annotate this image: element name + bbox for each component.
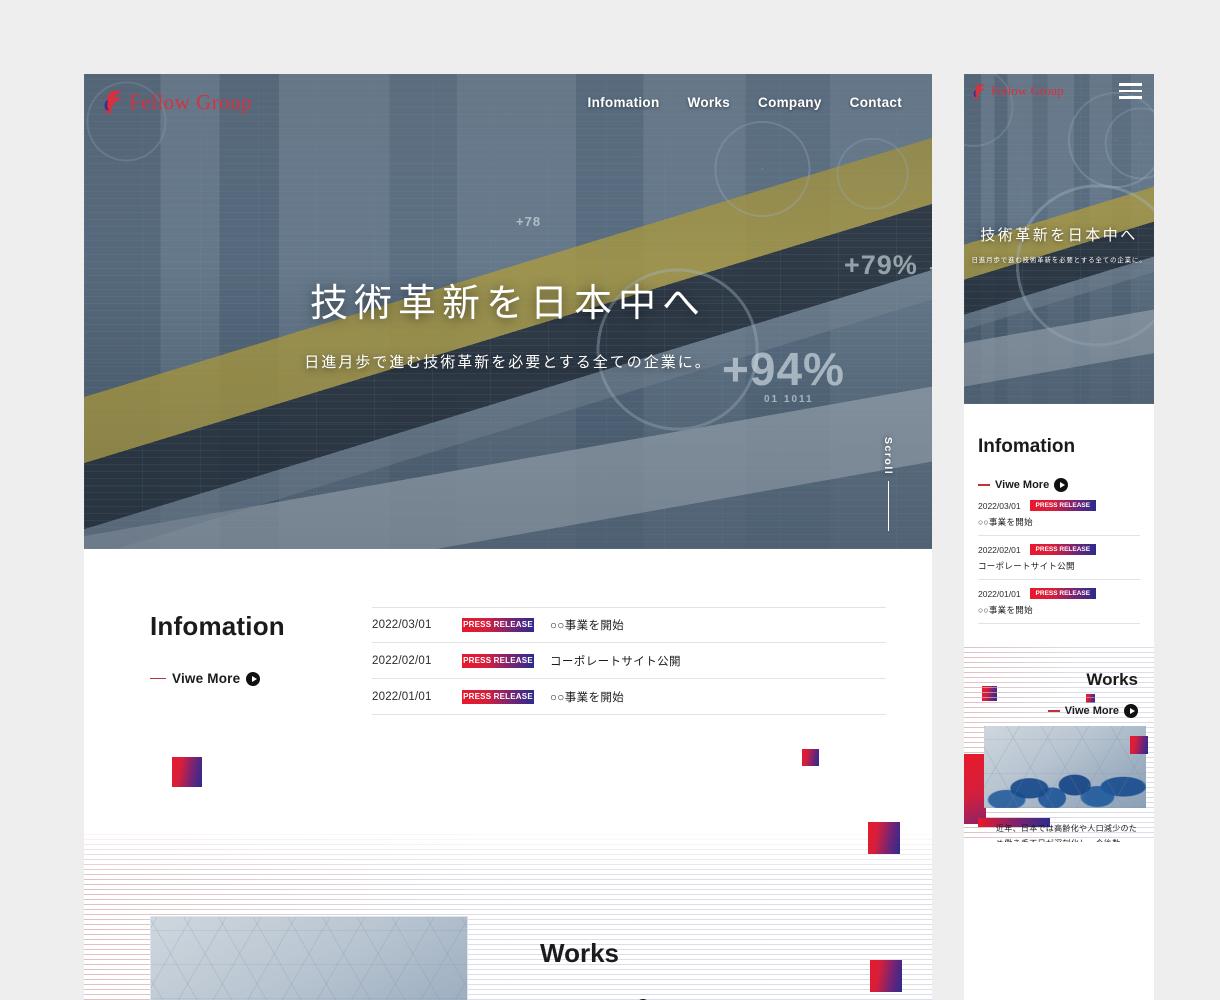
nav-item-company[interactable]: Company <box>758 95 822 110</box>
news-title: コーポレートサイト公開 <box>978 561 1075 571</box>
news-title: ○○事業を開始 <box>978 605 1033 615</box>
mobile-hero-section: Fellow Group 技術革新を日本中へ 日進月歩で進む技術革新を必要とする… <box>964 74 1154 404</box>
desktop-preview-panel: +94% +79% +80% +78 01 1011 Fellow Group … <box>84 74 932 1000</box>
mobile-hero-subtitle: 日進月歩で進む技術革新を必要とする全ての企業に。 <box>971 257 1147 264</box>
news-title: コーポレートサイト公開 <box>550 655 681 668</box>
works-inner: Works Viwe More <box>84 834 932 1000</box>
news-list: 2022/03/01 PRESS RELEASE ○○事業を開始 2022/02… <box>372 607 932 715</box>
works-image[interactable] <box>150 916 468 1000</box>
mobile-works-image[interactable] <box>984 726 1146 808</box>
mobile-site-logo[interactable]: Fellow Group <box>972 83 1064 100</box>
scroll-label: Scroll <box>882 436 894 475</box>
mobile-logo-wordmark: Fellow Group <box>991 83 1064 98</box>
works-heading-block: Works Viwe More <box>468 916 651 1000</box>
status-badge: PRESS RELEASE <box>1029 500 1097 511</box>
mobile-works-body: 近年、日本では高齢化や人口減少のため働き手不足が深刻化し、今後数 <box>964 726 1154 842</box>
hexagon-network-overlay <box>984 726 1146 808</box>
scroll-indicator[interactable]: Scroll <box>882 437 894 531</box>
status-badge: PRESS RELEASE <box>1029 588 1097 599</box>
nav-item-contact[interactable]: Contact <box>850 95 902 110</box>
logo-wordmark: Fellow Group <box>129 89 253 114</box>
mobile-works-section: Works Viwe More 近年、日本では高齢化や人口減少のため働き手不足が… <box>964 646 1154 842</box>
infomation-heading-block: Infomation Viwe More <box>150 607 372 715</box>
mobile-preview-panel: Fellow Group 技術革新を日本中へ 日進月歩で進む技術革新を必要とする… <box>964 74 1154 1000</box>
works-section: Works Viwe More <box>84 834 932 1000</box>
status-badge: PRESS RELEASE <box>462 689 534 704</box>
hexagon-network-overlay <box>151 917 467 1000</box>
dash-icon <box>1047 710 1060 712</box>
infomation-inner: Infomation Viwe More 2022/03/01 PRESS RE… <box>84 607 932 715</box>
mobile-infomation-view-more-link[interactable]: Viwe More <box>978 478 1140 492</box>
hero-copy: 技術革新を日本中へ 日進月歩で進む技術革新を必要とする全ての企業に。 <box>84 272 932 372</box>
list-item[interactable]: 2022/03/01 PRESS RELEASE ○○事業を開始 <box>978 492 1140 536</box>
infomation-view-more-label: Viwe More <box>172 671 241 686</box>
mobile-works-heading-block: Works Viwe More <box>964 646 1154 718</box>
main-navigation: Infomation Works Company Contact <box>588 95 902 110</box>
nav-item-works[interactable]: Works <box>688 95 731 110</box>
nav-item-infomation[interactable]: Infomation <box>588 95 660 110</box>
decorative-gradient-square <box>802 749 819 766</box>
news-date: 2022/03/01 <box>372 619 432 631</box>
mobile-infomation-view-more-label: Viwe More <box>995 479 1050 491</box>
works-heading: Works <box>540 938 619 968</box>
mobile-works-heading: Works <box>1086 670 1138 689</box>
news-date: 2022/02/01 <box>978 544 1021 555</box>
news-title: ○○事業を開始 <box>550 620 625 632</box>
decorative-gradient-square <box>1130 736 1148 754</box>
play-circle-icon <box>1124 704 1138 718</box>
decorative-gradient-square <box>172 757 202 787</box>
site-header: Fellow Group Infomation Works Company Co… <box>84 74 932 130</box>
table-row[interactable]: 2022/03/01 PRESS RELEASE ○○事業を開始 <box>372 607 886 643</box>
mobile-works-view-more-link[interactable]: Viwe More <box>964 704 1138 718</box>
scroll-line <box>887 481 889 531</box>
play-circle-icon <box>246 671 261 686</box>
mobile-infomation-heading: Infomation <box>978 436 1076 457</box>
infomation-section: Infomation Viwe More 2022/03/01 PRESS RE… <box>84 549 932 834</box>
site-logo[interactable]: Fellow Group <box>102 89 252 115</box>
status-badge: PRESS RELEASE <box>462 618 534 632</box>
list-item[interactable]: 2022/02/01 PRESS RELEASE コーポレートサイト公開 <box>978 536 1140 580</box>
news-date: 2022/03/01 <box>978 500 1021 511</box>
mobile-hero-title: 技術革新を日本中へ <box>980 228 1138 244</box>
news-title: ○○事業を開始 <box>550 691 625 704</box>
mobile-news-head: 2022/03/01 PRESS RELEASE <box>978 500 1140 511</box>
decorative-gradient-square <box>868 822 900 854</box>
decorative-accent-bar <box>964 754 986 824</box>
feather-f-icon <box>102 89 124 115</box>
dash-icon <box>150 677 166 680</box>
play-circle-icon <box>1054 478 1069 492</box>
hamburger-menu-icon[interactable] <box>1119 83 1142 99</box>
infomation-view-more-link[interactable]: Viwe More <box>150 671 372 686</box>
table-row[interactable]: 2022/02/01 PRESS RELEASE コーポレートサイト公開 <box>372 643 886 679</box>
hero-section: +94% +79% +80% +78 01 1011 Fellow Group … <box>84 74 932 549</box>
list-item[interactable]: 2022/01/01 PRESS RELEASE ○○事業を開始 <box>978 580 1140 624</box>
dash-icon <box>978 484 990 486</box>
mobile-hero-copy: 技術革新を日本中へ 日進月歩で進む技術革新を必要とする全ての企業に。 <box>964 224 1154 264</box>
mobile-infomation-section: Infomation Viwe More 2022/03/01 PRESS RE… <box>964 404 1154 624</box>
news-date: 2022/01/01 <box>978 588 1021 599</box>
hud-metric-quaternary: +78 <box>516 214 542 229</box>
mobile-works-body-text: 近年、日本では高齢化や人口減少のため働き手不足が深刻化し、今後数 <box>996 824 1138 842</box>
hero-subtitle: 日進月歩で進む技術革新を必要とする全ての企業に。 <box>304 355 712 371</box>
mobile-works-view-more-label: Viwe More <box>1064 705 1119 717</box>
status-badge: PRESS RELEASE <box>462 653 534 668</box>
status-badge: PRESS RELEASE <box>1029 544 1097 555</box>
mobile-header: Fellow Group <box>964 74 1154 108</box>
mobile-news-head: 2022/01/01 PRESS RELEASE <box>978 588 1140 599</box>
feather-f-icon <box>972 83 986 100</box>
infomation-heading: Infomation <box>150 611 285 641</box>
news-date: 2022/02/01 <box>372 654 432 667</box>
hud-binary-text: 01 1011 <box>764 394 814 405</box>
news-date: 2022/01/01 <box>372 690 432 703</box>
mobile-news-head: 2022/02/01 PRESS RELEASE <box>978 544 1140 555</box>
hero-title: 技術革新を日本中へ <box>309 283 706 325</box>
table-row[interactable]: 2022/01/01 PRESS RELEASE ○○事業を開始 <box>372 679 886 715</box>
news-title: ○○事業を開始 <box>978 517 1033 527</box>
